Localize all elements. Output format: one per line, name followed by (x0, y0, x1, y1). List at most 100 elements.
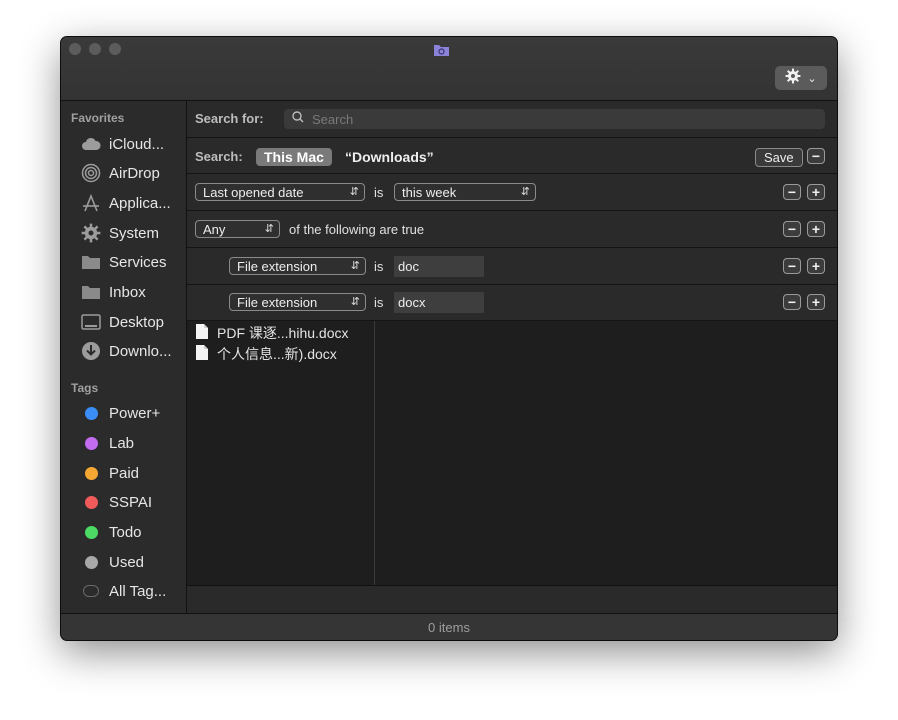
sidebar-item-label: Services (109, 253, 167, 271)
results-list: PDF 课逐...hihu.docx 个人信息...新).docx (187, 321, 375, 585)
sidebar-favorites-header: Favorites (71, 111, 125, 125)
criteria-row: File extension ⇵ is docx − + (187, 285, 837, 321)
sidebar-tags-header: Tags (71, 381, 99, 395)
attribute-value: File extension (237, 295, 318, 310)
tag-color-icon (84, 436, 98, 450)
sidebar-tag-power[interactable]: Power+ (81, 401, 160, 425)
sidebar: Favorites iCloud... AirDrop Applica... S… (61, 101, 187, 613)
chevron-down-icon: ⌄ (807, 72, 817, 85)
sidebar-item-label: Applica... (109, 194, 171, 212)
tag-color-icon (84, 406, 98, 420)
updown-chevron-icon: ⇵ (520, 186, 530, 198)
criteria-row: File extension ⇵ is doc − + (187, 248, 837, 285)
attribute-popup[interactable]: Last opened date ⇵ (195, 183, 365, 201)
airdrop-icon (81, 163, 101, 183)
document-icon (195, 344, 209, 364)
attribute-popup[interactable]: File extension ⇵ (229, 293, 366, 311)
sidebar-tag-sspai[interactable]: SSPAI (81, 490, 152, 514)
smart-folder-icon (433, 43, 450, 62)
attribute-value: File extension (237, 259, 318, 274)
sidebar-item-desktop[interactable]: Desktop (81, 310, 164, 334)
sidebar-item-label: Todo (109, 523, 142, 541)
search-field[interactable] (284, 109, 825, 129)
list-item[interactable]: PDF 课逐...hihu.docx (195, 323, 349, 343)
applications-icon (81, 193, 101, 213)
sidebar-item-label: Desktop (109, 313, 165, 331)
add-rule-button[interactable]: + (807, 258, 825, 274)
search-scope-label: Search: (195, 149, 243, 164)
sidebar-item-label: Power+ (109, 404, 161, 422)
folder-icon (81, 252, 101, 272)
value-text: this week (402, 185, 457, 200)
sidebar-item-label: Paid (109, 464, 140, 482)
file-name: 个人信息...新).docx (217, 346, 337, 362)
sidebar-item-services[interactable]: Services (81, 250, 167, 274)
remove-rule-button[interactable]: − (783, 258, 801, 274)
sidebar-item-downloads[interactable]: Downlo... (81, 339, 172, 363)
gear-icon (81, 223, 101, 243)
extension-field[interactable]: doc (394, 256, 484, 277)
tag-color-icon (84, 495, 98, 509)
tag-color-icon (84, 555, 98, 569)
remove-rule-button[interactable]: − (807, 148, 825, 164)
finder-window: ⌄ Favorites iCloud... AirDrop Applica... (61, 37, 837, 640)
search-scope-row: Search: This Mac “Downloads” Save − (187, 138, 837, 174)
scope-this-mac-button[interactable]: This Mac (256, 148, 332, 166)
sidebar-item-inbox[interactable]: Inbox (81, 280, 146, 304)
sidebar-item-system[interactable]: System (81, 221, 159, 245)
zoom-button[interactable] (109, 43, 121, 55)
save-button[interactable]: Save (755, 148, 803, 167)
sidebar-item-icloud[interactable]: iCloud... (81, 132, 164, 156)
updown-chevron-icon: ⇵ (350, 296, 360, 308)
following-true-label: of the following are true (289, 222, 425, 237)
extension-field[interactable]: docx (394, 292, 484, 313)
scope-downloads-button[interactable]: “Downloads” (345, 149, 434, 165)
value-popup[interactable]: this week ⇵ (394, 183, 536, 201)
any-all-popup[interactable]: Any ⇵ (195, 220, 280, 238)
tag-color-icon (84, 525, 98, 539)
add-rule-button[interactable]: + (807, 221, 825, 237)
search-for-row: Search for: (187, 101, 837, 138)
sidebar-item-label: iCloud... (109, 135, 165, 153)
any-all-value: Any (203, 222, 226, 237)
sidebar-tag-used[interactable]: Used (81, 550, 144, 574)
operator-label: is (374, 185, 384, 200)
add-rule-button[interactable]: + (807, 184, 825, 200)
action-menu-button[interactable]: ⌄ (775, 66, 827, 90)
attribute-popup[interactable]: File extension ⇵ (229, 257, 366, 275)
criteria-row: Last opened date ⇵ is this week ⇵ − + (187, 174, 837, 211)
sidebar-item-label: SSPAI (109, 493, 153, 511)
minimize-button[interactable] (89, 43, 101, 55)
sidebar-item-label: Lab (109, 434, 135, 452)
list-item[interactable]: 个人信息...新).docx (195, 344, 337, 364)
path-bar (187, 585, 837, 614)
criteria-row: Any ⇵ of the following are true − + (187, 211, 837, 248)
sidebar-tag-paid[interactable]: Paid (81, 461, 139, 485)
gear-icon (785, 68, 801, 89)
document-icon (195, 323, 209, 343)
download-icon (81, 341, 101, 361)
folder-icon (81, 282, 101, 302)
updown-chevron-icon: ⇵ (264, 223, 274, 235)
sidebar-item-label: System (109, 224, 160, 242)
desktop-icon (81, 312, 101, 332)
sidebar-tag-todo[interactable]: Todo (81, 520, 142, 544)
add-rule-button[interactable]: + (807, 294, 825, 310)
remove-rule-button[interactable]: − (783, 184, 801, 200)
search-input[interactable] (310, 110, 794, 128)
search-panel: Search for: Search: This Mac “Downloads”… (187, 101, 837, 614)
sidebar-tag-lab[interactable]: Lab (81, 431, 134, 455)
sidebar-item-label: AirDrop (109, 164, 160, 182)
close-button[interactable] (69, 43, 81, 55)
status-bar: 0 items (61, 613, 837, 640)
file-name: PDF 课逐...hihu.docx (217, 325, 349, 341)
all-tags-icon (83, 585, 99, 597)
remove-rule-button[interactable]: − (783, 294, 801, 310)
sidebar-item-label: Inbox (109, 283, 146, 301)
sidebar-item-applications[interactable]: Applica... (81, 191, 171, 215)
sidebar-item-airdrop[interactable]: AirDrop (81, 161, 160, 185)
operator-label: is (374, 295, 384, 310)
sidebar-tag-all[interactable]: All Tag... (81, 579, 166, 603)
remove-rule-button[interactable]: − (783, 221, 801, 237)
updown-chevron-icon: ⇵ (349, 186, 359, 198)
